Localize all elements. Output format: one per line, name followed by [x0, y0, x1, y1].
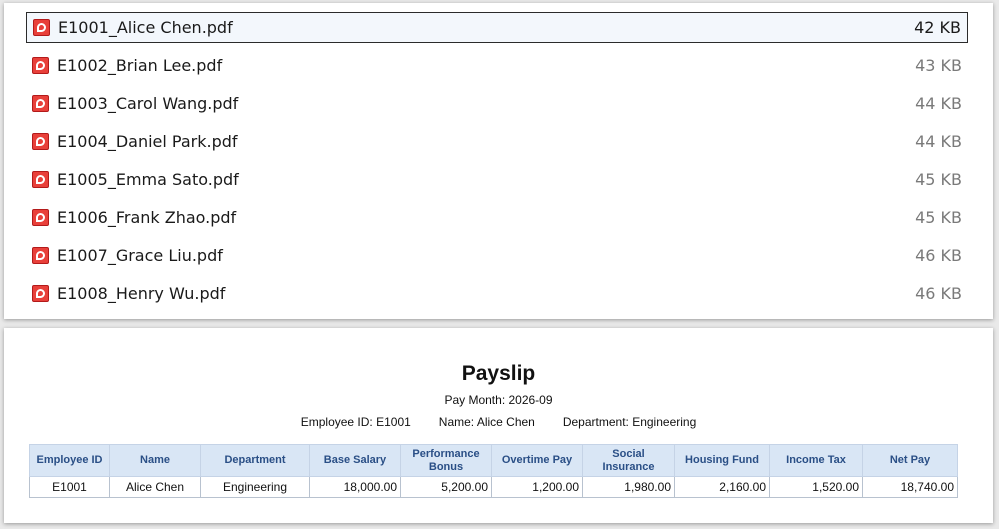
file-item[interactable]: E1006_Frank Zhao.pdf 45 KB	[26, 202, 968, 233]
pdf-file-icon	[32, 133, 49, 150]
column-header: Income Tax	[769, 444, 863, 477]
table-cell: 5,200.00	[400, 476, 492, 498]
payslip-preview: Payslip Pay Month: 2026-09 Employee ID: …	[4, 328, 993, 523]
file-name: E1002_Brian Lee.pdf	[57, 56, 223, 75]
file-size: 44 KB	[915, 94, 962, 113]
column-header: Department	[200, 444, 310, 477]
table-row: E1001 Alice Chen Engineering 18,000.00 5…	[29, 476, 958, 498]
file-name: E1003_Carol Wang.pdf	[57, 94, 239, 113]
table-cell: 18,000.00	[309, 476, 401, 498]
file-name: E1004_Daniel Park.pdf	[57, 132, 238, 151]
table-cell: 1,980.00	[582, 476, 675, 498]
pay-month: Pay Month: 2026-09	[444, 393, 553, 407]
file-size: 46 KB	[915, 246, 962, 265]
pdf-file-icon	[32, 285, 49, 302]
file-size: 43 KB	[915, 56, 962, 75]
file-name: E1008_Henry Wu.pdf	[57, 284, 226, 303]
file-name: E1006_Frank Zhao.pdf	[57, 208, 237, 227]
pdf-file-icon	[32, 95, 49, 112]
pdf-file-icon	[33, 19, 50, 36]
column-header: Name	[109, 444, 201, 477]
table-cell: 18,740.00	[862, 476, 958, 498]
file-size: 45 KB	[915, 170, 962, 189]
table-header-row: Employee ID Name Department Base Salary …	[29, 444, 958, 477]
payslip-title: Payslip	[461, 362, 536, 385]
file-size: 44 KB	[915, 132, 962, 151]
column-header: Base Salary	[309, 444, 401, 477]
table-cell: 2,160.00	[674, 476, 770, 498]
file-item[interactable]: E1002_Brian Lee.pdf 43 KB	[26, 50, 968, 81]
column-header: Performance Bonus	[400, 444, 492, 477]
table-cell: Engineering	[200, 476, 310, 498]
pdf-file-icon	[32, 209, 49, 226]
file-size: 46 KB	[915, 284, 962, 303]
file-item[interactable]: E1001_Alice Chen.pdf 42 KB	[26, 12, 968, 43]
department-label: Department: Engineering	[562, 415, 697, 429]
employee-id-label: Employee ID: E1001	[300, 415, 411, 429]
file-item[interactable]: E1004_Daniel Park.pdf 44 KB	[26, 126, 968, 157]
file-size: 45 KB	[915, 208, 962, 227]
employee-info: Employee ID: E1001 Name: Alice Chen Depa…	[4, 415, 993, 429]
file-item[interactable]: E1003_Carol Wang.pdf 44 KB	[26, 88, 968, 119]
column-header: Housing Fund	[674, 444, 770, 477]
file-name: E1007_Grace Liu.pdf	[57, 246, 223, 265]
file-item[interactable]: E1007_Grace Liu.pdf 46 KB	[26, 240, 968, 271]
file-name: E1001_Alice Chen.pdf	[58, 18, 233, 37]
employee-name-label: Name: Alice Chen	[438, 415, 535, 429]
column-header: Employee ID	[29, 444, 110, 477]
table-cell: Alice Chen	[109, 476, 201, 498]
pdf-file-icon	[32, 57, 49, 74]
column-header: Overtime Pay	[491, 444, 583, 477]
table-cell: 1,200.00	[491, 476, 583, 498]
file-item[interactable]: E1008_Henry Wu.pdf 46 KB	[26, 278, 968, 309]
file-name: E1005_Emma Sato.pdf	[57, 170, 239, 189]
file-list-panel: E1001_Alice Chen.pdf 42 KB E1002_Brian L…	[4, 3, 993, 319]
pdf-file-icon	[32, 247, 49, 264]
pdf-file-icon	[32, 171, 49, 188]
table-cell: E1001	[29, 476, 110, 498]
table-cell: 1,520.00	[769, 476, 863, 498]
column-header: Net Pay	[862, 444, 958, 477]
column-header: Social Insurance	[582, 444, 675, 477]
file-item[interactable]: E1005_Emma Sato.pdf 45 KB	[26, 164, 968, 195]
payslip-table: Employee ID Name Department Base Salary …	[29, 444, 958, 498]
file-size: 42 KB	[914, 18, 961, 37]
